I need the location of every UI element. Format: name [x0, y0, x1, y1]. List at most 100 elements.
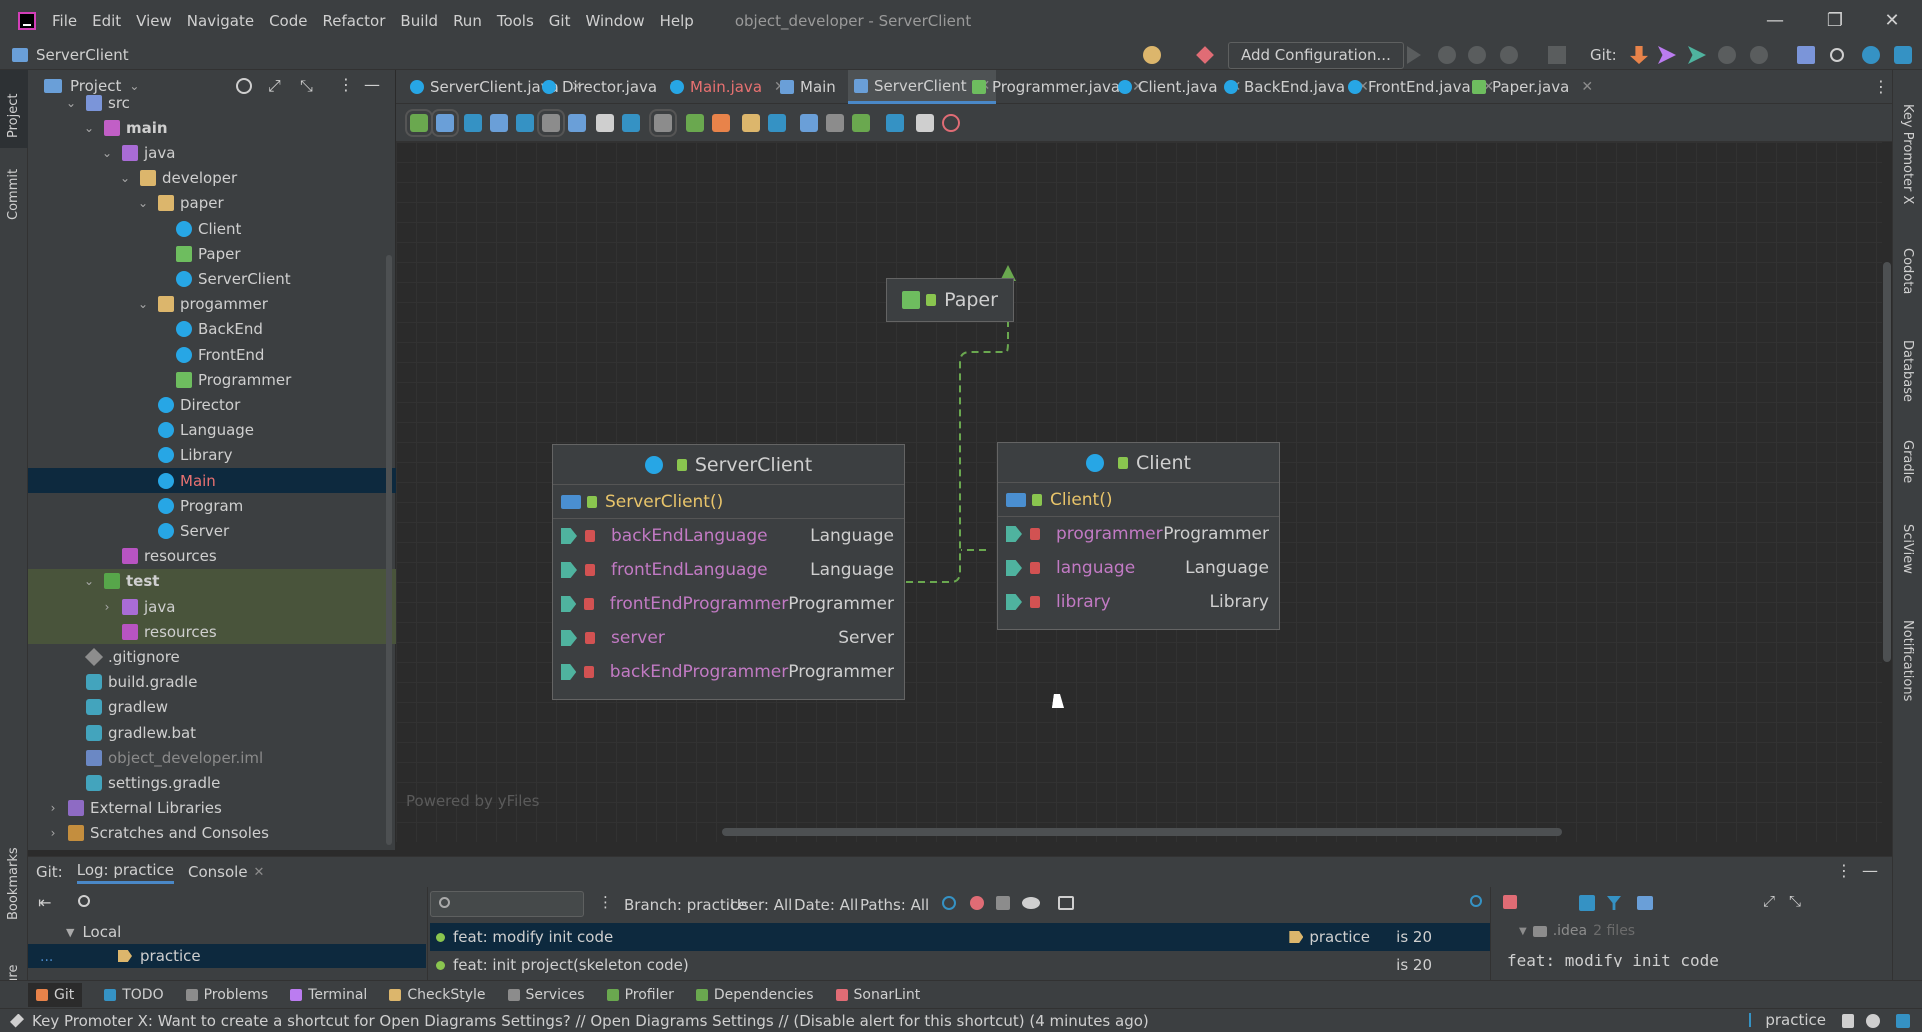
- uml-field-row[interactable]: frontEndProgrammer Programmer: [553, 587, 904, 621]
- uml-field-row[interactable]: frontEndLanguage Language: [553, 553, 904, 587]
- update-ide-icon[interactable]: [1862, 46, 1880, 64]
- git-push-icon[interactable]: [1688, 46, 1706, 64]
- readonly-lock-icon[interactable]: [1842, 1014, 1854, 1028]
- show-changes-icon[interactable]: [996, 896, 1010, 910]
- translate-icon[interactable]: [1797, 46, 1815, 64]
- chevron-down-icon[interactable]: ⌄: [64, 96, 78, 110]
- status-message[interactable]: Key Promoter X: Want to create a shortcu…: [32, 1012, 1149, 1030]
- vertical-scrollbar-thumb[interactable]: [1883, 262, 1891, 662]
- edge-routing-icon[interactable]: [649, 109, 677, 137]
- show-properties-icon[interactable]: [490, 114, 508, 132]
- uml-field-row[interactable]: language Language: [998, 551, 1279, 585]
- uml-field-row[interactable]: server Server: [553, 621, 904, 655]
- tree-item[interactable]: BackEnd: [28, 317, 396, 342]
- tree-item[interactable]: › External Libraries: [28, 796, 396, 821]
- tree-item[interactable]: › Scratches and Consoles: [28, 821, 396, 846]
- menu-run[interactable]: Run: [453, 12, 482, 30]
- stripe-key-promoter-x[interactable]: Key Promoter X: [1900, 104, 1915, 204]
- refresh-icon[interactable]: [886, 114, 904, 132]
- tree-item[interactable]: Programmer: [28, 367, 396, 392]
- filter-user[interactable]: User: All: [730, 896, 792, 914]
- filter-branch[interactable]: Branch: practice: [624, 896, 747, 914]
- uml-class-client[interactable]: Client Client() programmer Programmer lang…: [997, 442, 1280, 630]
- memory-indicator-icon[interactable]: [1866, 1014, 1880, 1028]
- minimize-button[interactable]: —: [1745, 0, 1805, 41]
- close-window-button[interactable]: ✕: [1862, 0, 1922, 41]
- details-folder-row[interactable]: ▼ .idea 2 files: [1519, 923, 1635, 939]
- run-icon[interactable]: [1407, 46, 1421, 64]
- show-constructors-icon[interactable]: [431, 109, 459, 137]
- more-icon[interactable]: ···: [40, 953, 53, 969]
- menu-tools[interactable]: Tools: [497, 12, 534, 30]
- tree-item[interactable]: › java: [28, 594, 396, 619]
- eye-icon[interactable]: [1022, 897, 1040, 909]
- tree-item[interactable]: build.gradle: [28, 670, 396, 695]
- debug-icon[interactable]: [1438, 46, 1456, 64]
- diagram-settings-icon[interactable]: [826, 114, 844, 132]
- chevron-down-icon[interactable]: ⌄: [118, 171, 132, 185]
- chevron-down-icon[interactable]: ⌄: [136, 196, 150, 210]
- hide-git-panel-icon[interactable]: —: [1862, 861, 1878, 880]
- export-icon[interactable]: [768, 114, 786, 132]
- filter-paths[interactable]: Paths: All: [860, 896, 929, 914]
- tool-window-terminal[interactable]: Terminal: [290, 987, 367, 1003]
- uml-class-serverclient[interactable]: ServerClient ServerClient() backEndLangu…: [552, 444, 905, 700]
- git-panel-options-icon[interactable]: ⋮: [1836, 861, 1852, 880]
- collapse-details-icon[interactable]: ⤡: [1789, 892, 1801, 910]
- diagram-canvas[interactable]: Paper ServerClient ServerClient() backEn…: [396, 142, 1882, 842]
- chevron-down-icon[interactable]: ⌄: [136, 297, 150, 311]
- jetbrains-toolbox-icon[interactable]: [1894, 46, 1912, 64]
- tree-item[interactable]: ⌄ src: [28, 90, 396, 115]
- tree-item[interactable]: ⌄ main: [28, 115, 396, 140]
- uml-field-row[interactable]: library Library: [998, 585, 1279, 619]
- tree-item[interactable]: resources: [28, 619, 396, 645]
- log-find-icon[interactable]: [1470, 895, 1482, 907]
- coverage-icon[interactable]: [1468, 46, 1486, 64]
- stripe-project[interactable]: Project: [6, 94, 21, 138]
- tree-item[interactable]: Language: [28, 418, 396, 443]
- editor-tab[interactable]: Paper.java ✕: [1466, 70, 1599, 104]
- layout-icon[interactable]: [1637, 896, 1653, 910]
- stripe-sciview[interactable]: SciView: [1900, 524, 1915, 574]
- tab-console[interactable]: Console ✕: [188, 863, 264, 881]
- tool-window-dependencies[interactable]: Dependencies: [695, 987, 814, 1003]
- tree-item[interactable]: ⌄ progammer: [28, 292, 396, 317]
- tree-item[interactable]: resources: [28, 544, 396, 569]
- layout-icon[interactable]: [742, 114, 760, 132]
- cherry-pick-icon[interactable]: [970, 896, 984, 910]
- tab-log-practice[interactable]: Log: practice: [76, 861, 174, 884]
- menu-git[interactable]: Git: [549, 12, 571, 30]
- tabs-menu-icon[interactable]: ⋮: [1873, 77, 1889, 96]
- tree-item[interactable]: Program: [28, 493, 396, 518]
- stripe-bookmarks[interactable]: Bookmarks: [6, 847, 21, 920]
- tree-item[interactable]: Director: [28, 392, 396, 417]
- stop-icon[interactable]: [1548, 46, 1566, 64]
- chevron-right-icon[interactable]: ›: [46, 801, 60, 815]
- zoom-in-icon[interactable]: [686, 114, 704, 132]
- tree-item[interactable]: ServerClient: [28, 266, 396, 291]
- tree-item[interactable]: Server: [28, 518, 396, 543]
- open-new-tab-icon[interactable]: [1058, 896, 1074, 910]
- diagram-horizontal-scrollbar[interactable]: [722, 828, 1562, 836]
- sync-icon[interactable]: [1896, 1014, 1910, 1028]
- uml-field-row[interactable]: programmer Programmer: [998, 517, 1279, 551]
- tree-item[interactable]: ⌄ paper: [28, 191, 396, 216]
- stripe-codota[interactable]: Codota: [1900, 248, 1915, 294]
- uml-field-row[interactable]: backEndProgrammer Programmer: [553, 655, 904, 689]
- stripe-commit[interactable]: Commit: [6, 169, 21, 220]
- git-rollback-icon[interactable]: [1750, 46, 1768, 64]
- tree-item[interactable]: gradlew.bat: [28, 720, 396, 745]
- tool-window-problems[interactable]: Problems: [185, 987, 268, 1003]
- stripe-gradle[interactable]: Gradle: [1900, 440, 1915, 483]
- menu-edit[interactable]: Edit: [92, 12, 121, 30]
- close-icon[interactable]: ✕: [1581, 79, 1593, 95]
- user-icon[interactable]: [1143, 46, 1161, 64]
- tree-item[interactable]: Main: [28, 468, 396, 493]
- diff-icon[interactable]: [1503, 895, 1517, 909]
- tool-window-sonarlint[interactable]: SonarLint: [835, 987, 920, 1003]
- search-icon[interactable]: [1830, 48, 1844, 62]
- project-scrollbar[interactable]: [386, 255, 392, 845]
- stripe-notifications[interactable]: Notifications: [1900, 620, 1915, 701]
- visibility-eye-icon[interactable]: [596, 114, 614, 132]
- tree-item[interactable]: Library: [28, 443, 396, 468]
